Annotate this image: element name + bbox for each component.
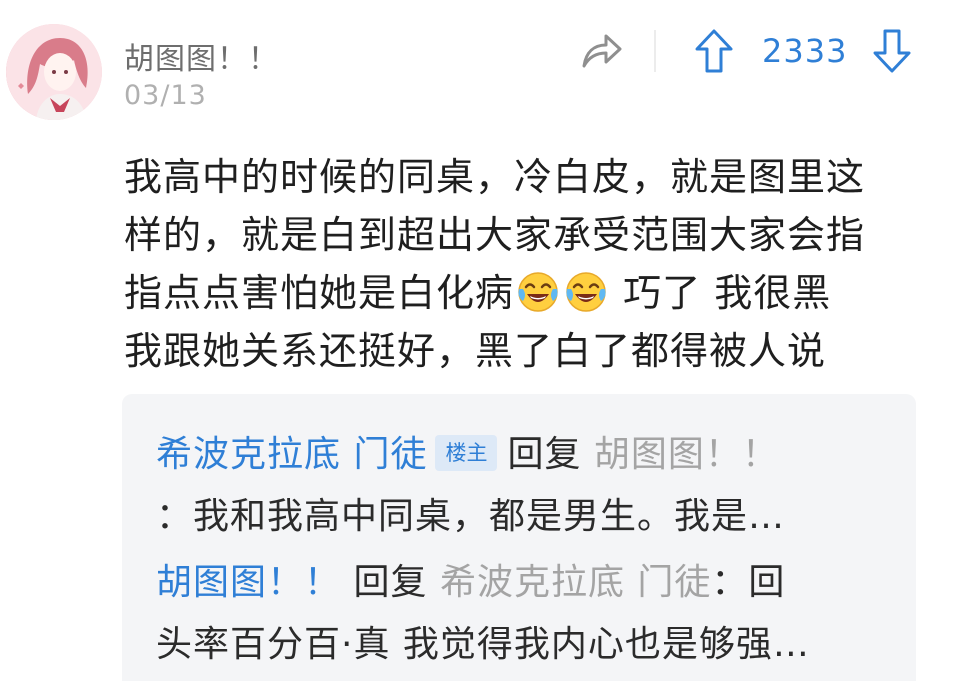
reply-text: 头率百分百·真 我觉得我内心也是够强… [156,624,810,665]
comment-body: 我高中的时候的同桌，冷白皮，就是图里这 样的，就是白到超出大家承受范围大家会指 … [124,148,924,380]
comment-line: 样的，就是白到超出大家承受范围大家会指 [124,213,866,257]
share-icon[interactable] [580,30,624,70]
comment-text: 巧了 我很黑 [623,271,832,315]
avatar[interactable] [6,24,102,120]
reply-preview-box[interactable]: 希波克拉底 门徒 楼主 回复 胡图图！！ ：我和我高中同桌，都是男生。我是… 胡图图… [122,394,916,681]
reply-target[interactable]: 希波克拉底 门徒 [440,562,711,603]
comment-card: 胡图图！！ 03/13 2333 我高中的时候的同桌，冷白皮，就是图里这 样的，… [0,0,960,681]
comment-line: 我高中的时候的同桌，冷白皮，就是图里这 [124,155,866,199]
avatar-illustration [6,24,102,120]
reply-header-line: 胡图图！！ 回复 希波克拉底 门徒：回 [156,552,896,614]
reply-author[interactable]: 希波克拉底 门徒 [156,434,427,475]
upvote-arrow-icon[interactable] [694,28,734,74]
comment-date: 03/13 [124,80,207,111]
op-badge: 楼主 [435,435,498,471]
comment-line: 指点点害怕她是白化病 巧了 我很黑 [124,264,924,322]
tears-of-joy-emoji-icon [518,272,558,312]
reply-word: 回复 [507,434,582,475]
downvote-arrow-icon[interactable] [872,28,912,74]
reply-item[interactable]: 希波克拉底 门徒 楼主 回复 胡图图！！ ：我和我高中同桌，都是男生。我是… [156,424,896,548]
vote-count: 2333 [762,32,848,70]
reply-word: 回复 [353,562,428,603]
reply-header-line: 希波克拉底 门徒 楼主 回复 胡图图！！ [156,424,896,486]
reply-item[interactable]: 胡图图！！ 回复 希波克拉底 门徒：回 头率百分百·真 我觉得我内心也是够强… [156,552,896,676]
reply-author[interactable]: 胡图图！！ [156,562,341,603]
reply-text: ：我和我高中同桌，都是男生。我是… [156,496,786,537]
reply-text: ：回 [711,562,786,603]
reply-target[interactable]: 胡图图！！ [594,434,779,475]
comment-line: 我跟她关系还挺好，黑了白了都得被人说 [124,329,827,373]
tears-of-joy-emoji-icon [566,272,606,312]
vertical-divider [654,30,656,72]
comment-text: 指点点害怕她是白化病 [124,271,515,315]
username[interactable]: 胡图图！！ [124,34,279,78]
